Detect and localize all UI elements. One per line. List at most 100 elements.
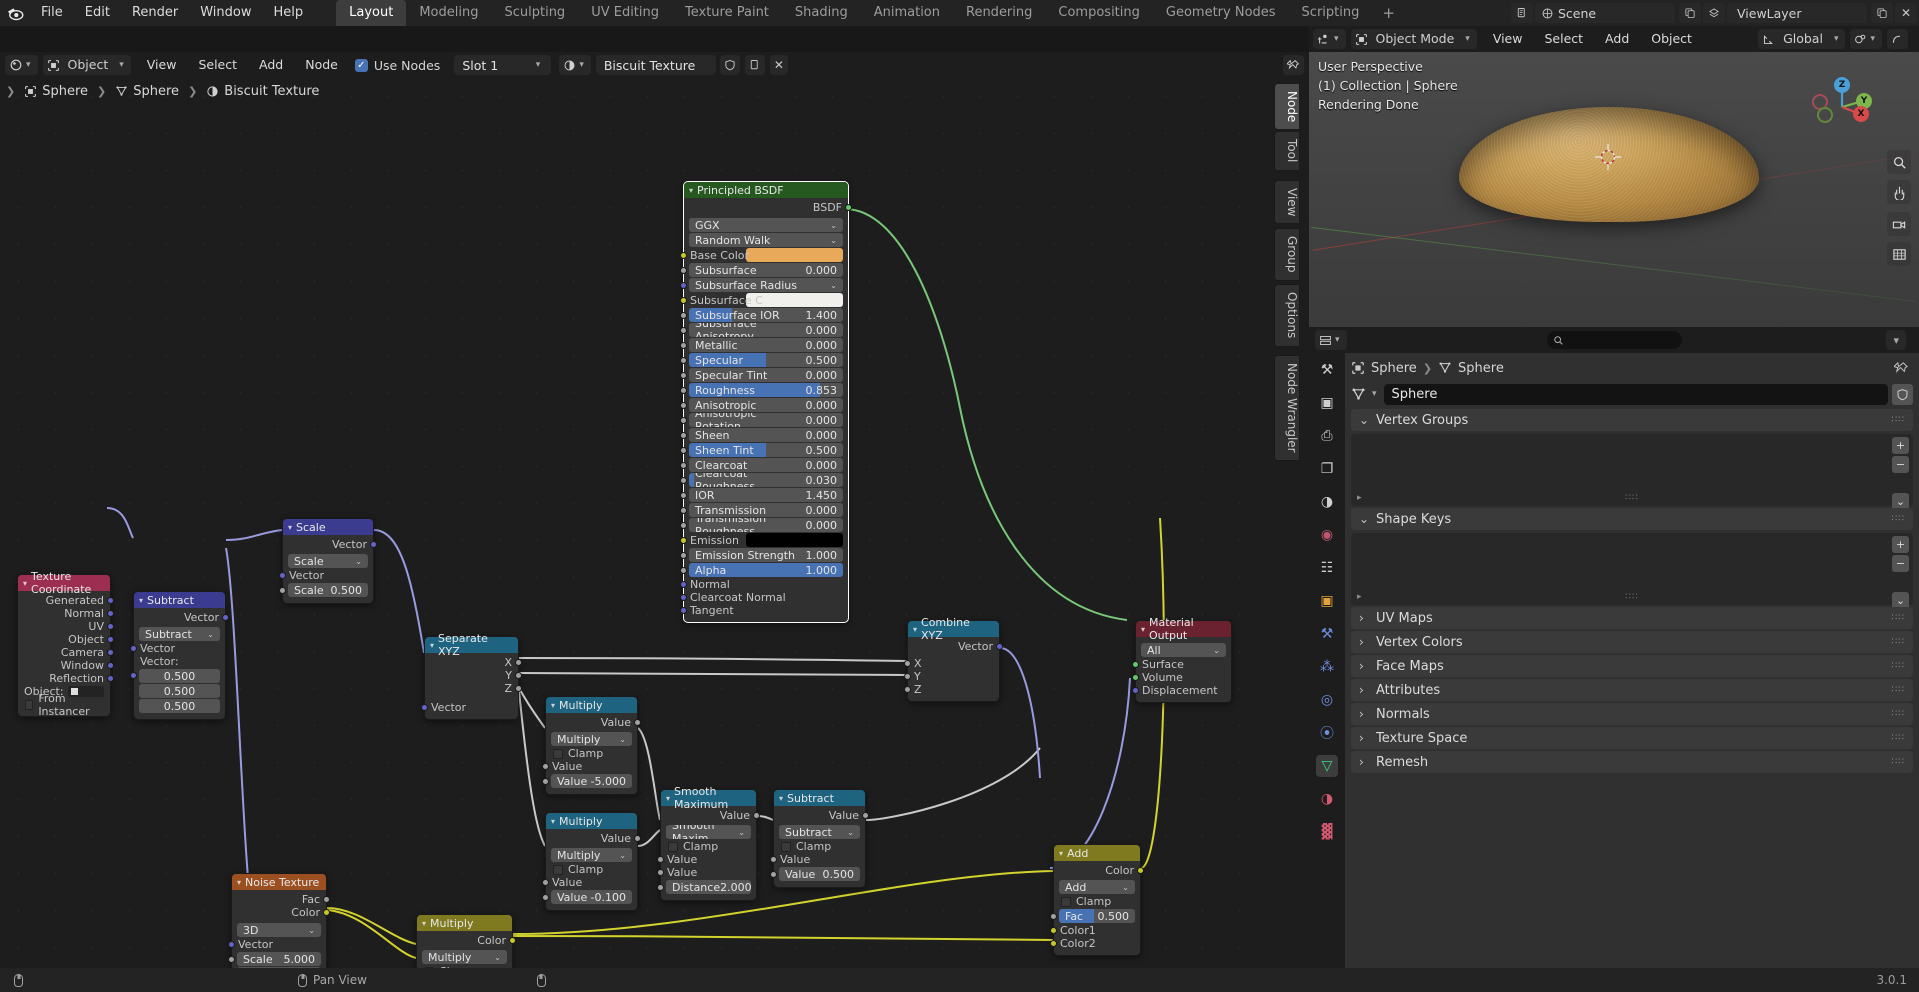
- node-value-slider[interactable]: Sheen Tint 0.500: [689, 443, 843, 457]
- gizmo-axis-z[interactable]: Z: [1834, 77, 1850, 93]
- remove-viewlayer-icon[interactable]: ✕: [1895, 3, 1917, 23]
- node-socket[interactable]: [680, 492, 687, 499]
- node-value-slider[interactable]: Distance 2.000: [666, 880, 751, 894]
- node-header[interactable]: ▾ Scale: [283, 519, 373, 535]
- node-material-output[interactable]: ▾ Material Output All ⌄ Surface Volume Displac…: [1132, 616, 1232, 703]
- node-multiply-color[interactable]: ▾MultiplyColorMultiply⌄ClampFac0.500Colo…: [416, 914, 516, 968]
- node-value-slider[interactable]: Metallic 0.000: [689, 338, 843, 352]
- node-socket[interactable]: [107, 675, 114, 682]
- node-socket[interactable]: [657, 869, 664, 876]
- node-socket[interactable]: [904, 660, 911, 667]
- workspace-tab-compositing[interactable]: Compositing: [1045, 0, 1153, 26]
- properties-search-field[interactable]: [1567, 333, 1668, 347]
- properties-search-input[interactable]: [1546, 331, 1682, 349]
- node-socket[interactable]: [680, 297, 687, 304]
- node-socket[interactable]: [107, 610, 114, 617]
- material-icon[interactable]: ◑: [1316, 788, 1338, 810]
- node-dropdown[interactable]: Subsurface Radius ⌄: [689, 278, 843, 292]
- top-menu-window[interactable]: Window: [189, 0, 262, 26]
- node-socket[interactable]: [680, 402, 687, 409]
- node-value-slider[interactable]: Value -5.000: [551, 774, 632, 788]
- node-header[interactable]: ▾ Principled BSDF: [684, 182, 848, 198]
- node-value-slider[interactable]: Specular Tint 0.000: [689, 368, 843, 382]
- node-clamp-row[interactable]: Clamp: [774, 840, 865, 853]
- properties-editor-type-button[interactable]: ▾: [1315, 330, 1347, 350]
- node-socket[interactable]: [680, 567, 687, 574]
- node-header[interactable]: ▾ Multiply: [546, 813, 637, 829]
- node-socket[interactable]: [680, 447, 687, 454]
- workspace-tab-sculpting[interactable]: Sculpting: [491, 0, 578, 26]
- node-socket[interactable]: [680, 462, 687, 469]
- node-separate-xyz[interactable]: ▾ Separate XYZ X Y Z Vector: [421, 632, 522, 720]
- node-socket[interactable]: [657, 856, 664, 863]
- material-name-field[interactable]: Biscuit Texture: [595, 55, 716, 75]
- panel-header[interactable]: › Remesh ∷∷: [1351, 751, 1913, 773]
- node-socket[interactable]: [680, 522, 687, 529]
- node-value-slider[interactable]: Clearcoat 0.000: [689, 458, 843, 472]
- node-value-slider[interactable]: Transmission Roughness 0.000: [689, 518, 843, 532]
- list-resize-grip[interactable]: ∷∷: [1625, 592, 1638, 602]
- node-socket[interactable]: [542, 879, 549, 886]
- workspace-tab-shading[interactable]: Shading: [782, 0, 861, 26]
- tool-icon[interactable]: ⚒: [1316, 359, 1338, 381]
- node-socket[interactable]: [279, 572, 286, 579]
- checkbox[interactable]: [25, 699, 34, 710]
- node-socket[interactable]: [680, 552, 687, 559]
- node-subtract-value[interactable]: ▾ Subtract Value Subtract ⌄ Clamp Value Value 0.…: [770, 789, 869, 888]
- node-header[interactable]: ▾ Multiply: [546, 697, 637, 713]
- node-value-slider[interactable]: Transmission 0.000: [689, 503, 843, 517]
- checkbox[interactable]: [553, 748, 563, 759]
- gizmo-axis-x[interactable]: X: [1853, 106, 1869, 122]
- proportional-edit-toggle[interactable]: [1887, 29, 1908, 49]
- copy-viewlayer-icon[interactable]: [1871, 3, 1893, 23]
- node-socket[interactable]: [680, 372, 687, 379]
- viewlayer-selector[interactable]: ViewLayer: [1727, 3, 1867, 23]
- gizmo-axis-neg-x[interactable]: [1817, 107, 1833, 123]
- 3d-viewport[interactable]: User Perspective (1) Collection | Sphere R…: [1309, 52, 1919, 327]
- workspace-tab-layout[interactable]: Layout: [336, 0, 407, 26]
- node-clamp-row[interactable]: Clamp: [546, 863, 637, 876]
- node-color-swatch[interactable]: [746, 533, 843, 547]
- checkbox[interactable]: [668, 841, 678, 852]
- node-value-slider[interactable]: Roughness 0.853: [689, 383, 843, 397]
- workspace-tab-texture-paint[interactable]: Texture Paint: [672, 0, 782, 26]
- node-socket[interactable]: [1050, 913, 1057, 920]
- particles-icon[interactable]: ⁂: [1316, 656, 1338, 678]
- node-socket[interactable]: [107, 649, 114, 656]
- node-texture-coordinate[interactable]: ▾ Texture Coordinate Generated Normal UV Obje…: [17, 570, 114, 718]
- list-add-button[interactable]: +: [1892, 536, 1909, 553]
- node-value-slider[interactable]: Subsurface 0.000: [689, 263, 843, 277]
- node-socket[interactable]: [680, 327, 687, 334]
- viewport-menu-add[interactable]: Add: [1594, 26, 1640, 52]
- node-socket[interactable]: [1132, 674, 1139, 681]
- node-combine-xyz[interactable]: ▾ Combine XYZ Vector X Y Z: [904, 616, 1003, 702]
- node-socket[interactable]: [107, 636, 114, 643]
- node-smooth-maximum[interactable]: ▾ Smooth Maximum Value Smooth Maxim.. ⌄ Clamp…: [657, 785, 760, 901]
- node-dropdown[interactable]: All ⌄: [1141, 643, 1226, 657]
- node-socket[interactable]: [680, 342, 687, 349]
- node-socket[interactable]: [634, 835, 641, 842]
- node-clamp-row[interactable]: Clamp: [546, 747, 637, 760]
- node-socket[interactable]: [279, 587, 286, 594]
- properties-filter-button[interactable]: ▾: [1886, 330, 1906, 350]
- top-menu-file[interactable]: File: [30, 0, 74, 26]
- node-editor-type-button[interactable]: ▾: [5, 55, 38, 75]
- node-dropdown[interactable]: 3D ⌄: [237, 923, 321, 937]
- node-value-slider[interactable]: Fac 0.500: [1059, 909, 1135, 923]
- node-socket[interactable]: [1050, 940, 1057, 947]
- viewport-menu-view[interactable]: View: [1482, 26, 1534, 52]
- node-socket[interactable]: [228, 941, 235, 948]
- node-clamp-row[interactable]: Clamp: [661, 840, 756, 853]
- use-nodes-checkbox[interactable]: ✓: [354, 58, 368, 72]
- list-expand-arrow[interactable]: ▸: [1357, 493, 1362, 503]
- node-socket[interactable]: [680, 282, 687, 289]
- node-dropdown[interactable]: Multiply ⌄: [551, 732, 632, 746]
- panel-header[interactable]: › Vertex Colors ∷∷: [1351, 631, 1913, 653]
- node-dropdown[interactable]: Smooth Maxim.. ⌄: [666, 825, 751, 839]
- node-header[interactable]: ▾ Subtract: [134, 592, 225, 608]
- node-socket[interactable]: [323, 896, 330, 903]
- node-socket[interactable]: [323, 909, 330, 916]
- node-socket[interactable]: [845, 204, 852, 211]
- panel-header[interactable]: ⌄ Shape Keys ∷∷: [1351, 508, 1913, 530]
- workspace-tab-uv-editing[interactable]: UV Editing: [578, 0, 672, 26]
